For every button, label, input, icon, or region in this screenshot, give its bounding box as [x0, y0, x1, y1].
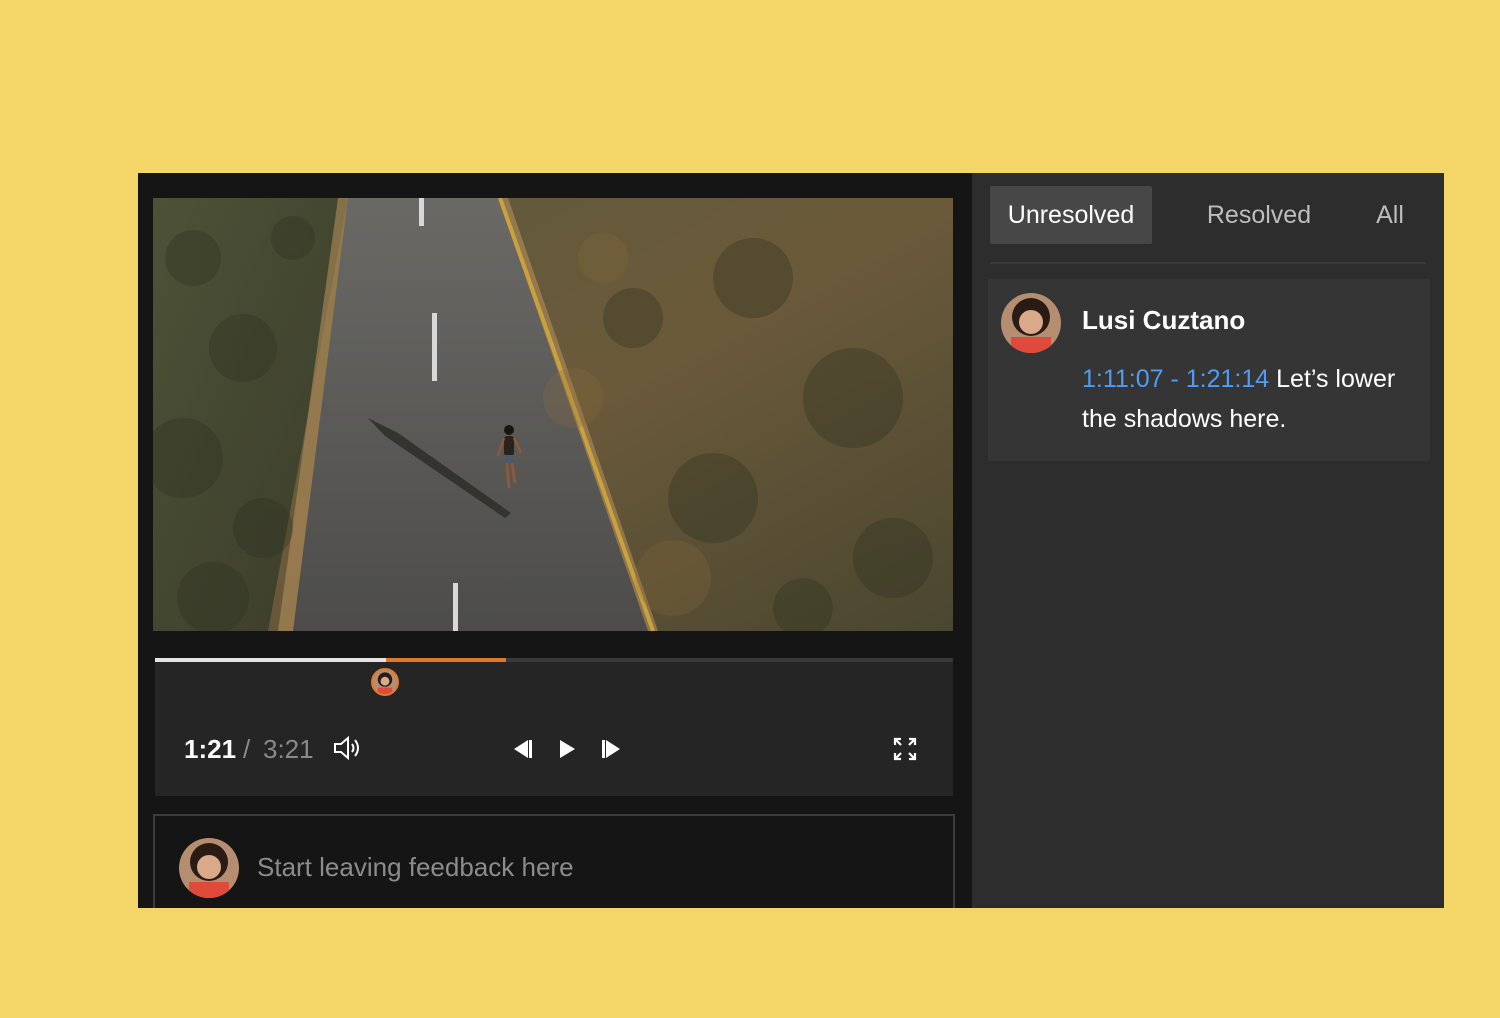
total-time: 3:21 [263, 734, 314, 764]
avatar-icon [1001, 293, 1061, 353]
comment-avatar [1001, 293, 1061, 353]
comment-marker-avatar[interactable] [371, 668, 400, 696]
tab-resolved[interactable]: Resolved [1184, 186, 1334, 244]
fullscreen-icon[interactable] [893, 737, 917, 766]
scrubber-played [155, 658, 387, 662]
feedback-input[interactable] [255, 844, 919, 890]
feedback-composer [153, 814, 955, 908]
comment-author: Lusi Cuztano [1082, 305, 1246, 335]
video-frame[interactable] [153, 198, 953, 631]
user-avatar [179, 838, 239, 898]
comment-range [386, 658, 507, 662]
avatar-icon [179, 838, 239, 898]
player-pane: 1:21 / 3:21 [138, 173, 972, 908]
scrubber-track[interactable] [155, 658, 953, 662]
player-controls: 1:21 / 3:21 [155, 658, 953, 796]
comment-body: 1:11:07 - 1:21:14 Let’s lower the shadow… [1082, 359, 1402, 439]
tab-all[interactable]: All [1360, 186, 1420, 244]
play-icon[interactable] [557, 738, 577, 765]
comments-panel: Unresolved Resolved All Lusi Cuztano 1:1… [972, 173, 1444, 908]
skip-back-icon[interactable] [510, 738, 534, 765]
avatar-icon [373, 670, 398, 694]
comment-filter-tabs: Unresolved Resolved All [990, 186, 1426, 264]
time-separator: / [243, 734, 251, 764]
tab-unresolved[interactable]: Unresolved [990, 186, 1152, 244]
volume-icon[interactable] [333, 735, 363, 765]
video-still [153, 198, 953, 631]
current-time: 1:21 [184, 734, 237, 764]
skip-forward-icon[interactable] [600, 738, 624, 765]
review-app: 1:21 / 3:21 Start leaving feedback here … [138, 173, 1444, 908]
comment-card[interactable]: Lusi Cuztano 1:11:07 - 1:21:14 Let’s low… [988, 279, 1430, 461]
comment-timecode[interactable]: 1:11:07 - 1:21:14 [1082, 365, 1269, 393]
